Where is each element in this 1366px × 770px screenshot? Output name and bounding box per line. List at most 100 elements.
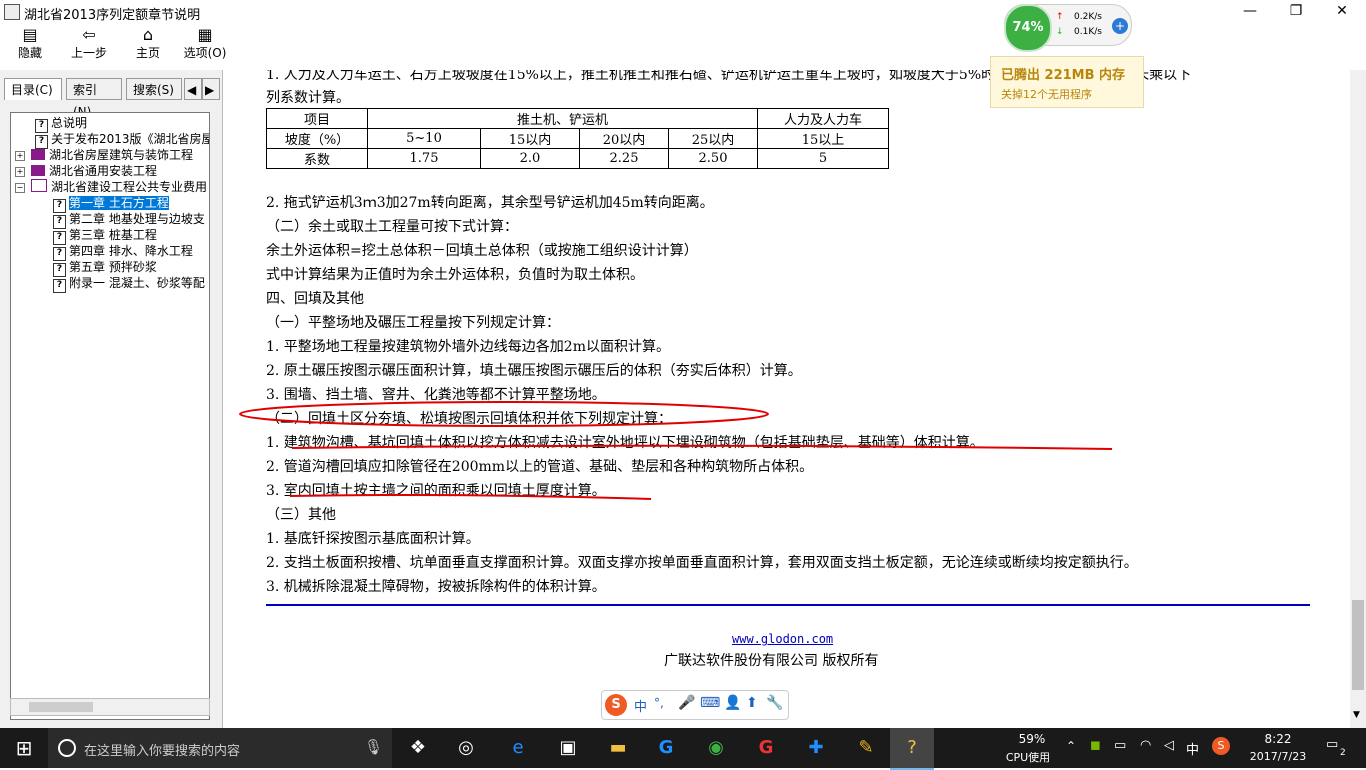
search-box[interactable]: 在这里输入你要搜索的内容 🎙 [48,728,392,768]
tree-item[interactable]: ? 第五章 预拌砂浆 [53,259,157,277]
tab-search[interactable]: 搜索(S) [126,78,182,100]
app-icon-green[interactable]: ◉ [694,728,738,768]
download-speed: 0.1K/s [1074,27,1102,37]
wrench-icon[interactable]: 🔧 [766,695,783,711]
cpu-percent: 59% [1018,732,1046,746]
tree-item-label: 第一章 土石方工程 [69,196,169,210]
red-annotations [239,401,1113,500]
scroll-thumb[interactable] [1352,600,1364,690]
footer-copyright: 广联达软件股份有限公司 版权所有 [664,653,879,669]
wifi-icon[interactable]: ◠ [1140,738,1151,753]
minimize-button[interactable]: — [1227,0,1273,24]
add-icon[interactable]: + [1112,18,1128,34]
toolbar: ▤ 隐藏 ⇦ 上一步 ⌂ 主页 ▦ 选项(O) [0,24,1366,66]
upload-speed: 0.2K/s [1074,12,1102,22]
skin-icon[interactable]: ⬆ [746,695,758,711]
content-vertical-scrollbar[interactable]: ▼ [1350,70,1366,728]
taskbar: ⊞ 在这里输入你要搜索的内容 🎙 ❖ ◎ e ▣ ▬ G ◉ G ✚ ✎ ? 5… [0,728,1366,770]
punctuation-icon[interactable]: °, [654,696,664,710]
cortana-icon [58,739,76,757]
tree-item[interactable]: 湖北省通用安装工程 [31,163,157,179]
edge-icon[interactable]: e [496,728,540,768]
options-button[interactable]: ▦ 选项(O) [180,24,230,66]
glodon-icon[interactable]: G [644,728,688,768]
help-viewer-taskbar-icon[interactable]: ? [890,728,934,770]
microphone-icon[interactable]: 🎙 [364,738,383,756]
home-label: 主页 [135,46,160,60]
sogou-icon[interactable]: S [605,694,627,716]
volume-icon[interactable]: ◁ [1164,738,1174,753]
microphone-icon[interactable]: 🎤 [678,695,695,711]
tab-scroll-right[interactable]: ▶ [202,78,220,100]
tree-item[interactable]: ? 附录一 混凝土、砂浆等配 [53,275,205,293]
scroll-down-icon[interactable]: ▼ [1353,710,1360,720]
clock-date[interactable]: 2017/7/23 [1240,750,1316,763]
tree-item-label: 附录一 混凝土、砂浆等配 [69,276,205,290]
battery-icon[interactable]: ▭ [1114,738,1126,753]
back-button[interactable]: ⇦ 上一步 [64,24,114,66]
tree-item[interactable]: ? 第四章 排水、降水工程 [53,243,193,261]
memory-percent-ball[interactable]: 74% [1004,4,1052,52]
footer-divider [266,604,1310,606]
sogou-tray-icon[interactable]: S [1212,737,1230,755]
chevron-up-icon[interactable]: ⌃ [1066,739,1076,753]
book-icon [31,149,45,160]
input-language[interactable]: 中 [1186,739,1199,758]
keyboard-icon[interactable]: ⌨ [700,695,720,711]
tree-item-label: 第五章 预拌砂浆 [69,260,157,274]
expand-toggle[interactable]: + [15,167,25,177]
tree-item-label: 湖北省房屋建筑与装饰工程 [49,148,194,162]
options-icon: ▦ [197,25,213,44]
title-bar: 湖北省2013序列定额章节说明 — ❐ ✕ [0,0,1366,24]
tree-item[interactable]: ? 关于发布2013版《湖北省房屋 [35,131,210,149]
footer-link[interactable]: www.glodon.com [732,632,833,646]
nvidia-icon[interactable]: ◼ [1090,738,1101,753]
scroll-thumb[interactable] [29,702,93,712]
user-icon[interactable]: 👤 [724,695,741,711]
tree-item[interactable]: 湖北省建设工程公共专业费用 [31,179,207,195]
toc-tree: ? 总说明 ? 关于发布2013版《湖北省房屋 + 湖北省房屋建筑与装饰工程 + 湖… [10,112,210,720]
search-placeholder: 在这里输入你要搜索的内容 [84,744,241,759]
memory-closed-programs: 关掉12个无用程序 [1001,88,1092,101]
navigation-panel: 目录(C) 索引(N) 搜索(S) ◀ ▶ ?总说明 ?关于发布2013版《湖北… [0,70,223,728]
app-icon-g-red[interactable]: G [744,728,788,768]
store-icon[interactable]: ▣ [546,728,590,768]
tree-item[interactable]: ? 第二章 地基处理与边坡支 [53,211,205,229]
hide-icon: ▤ [22,25,38,44]
file-explorer-icon[interactable]: ▬ [596,728,640,768]
app-icon-swirl[interactable]: ◎ [444,728,488,768]
tree-item[interactable]: ? 总说明 [35,115,88,133]
close-button[interactable]: ✕ [1319,0,1365,24]
tree-item[interactable]: 湖北省房屋建筑与装饰工程 [31,147,193,163]
tree-horizontal-scrollbar[interactable] [10,698,210,716]
tab-toc[interactable]: 目录(C) [4,78,62,100]
task-view-icon[interactable]: ❖ [396,728,440,768]
expand-toggle[interactable]: + [15,151,25,161]
memory-widget: 74% ↑ 0.2K/s ↓ 0.1K/s + 已腾出 221MB 内存 关掉1… [990,4,1144,108]
home-button[interactable]: ⌂ 主页 [128,24,168,66]
tab-scroll-left[interactable]: ◀ [184,78,202,100]
ime-mode[interactable]: 中 [634,696,647,715]
home-icon: ⌂ [142,25,154,44]
start-button[interactable]: ⊞ [2,728,46,768]
collapse-toggle[interactable]: − [15,183,25,193]
tree-item-label: 第二章 地基处理与边坡支 [69,212,205,226]
hide-button[interactable]: ▤ 隐藏 [10,24,50,66]
tree-item-label: 第四章 排水、降水工程 [69,244,193,258]
tree-item[interactable]: ? 第三章 桩基工程 [53,227,157,245]
app-icon-plus[interactable]: ✚ [794,728,838,768]
tab-index[interactable]: 索引(N) [66,78,122,119]
memory-tip: 已腾出 221MB 内存 关掉12个无用程序 [990,56,1144,108]
action-center-icon[interactable]: ▭ [1326,737,1338,752]
app-icon [4,4,20,20]
notepad-icon[interactable]: ✎ [844,728,888,768]
book-icon [31,165,45,176]
clock-time[interactable]: 8:22 [1246,732,1310,746]
tree-item-label: 关于发布2013版《湖北省房屋 [51,132,210,146]
document-content: 1. 人力及人力车运土、石方上坡坡度在15%以上，推土机推土和推石碴、铲运机铲运… [226,70,1350,728]
tree-item-label: 总说明 [51,116,88,130]
maximize-button[interactable]: ❐ [1273,0,1319,24]
notification-count: 2 [1340,748,1346,758]
tree-item-selected[interactable]: ? 第一章 土石方工程 [53,195,169,213]
upload-arrow-icon: ↑ [1056,12,1064,22]
